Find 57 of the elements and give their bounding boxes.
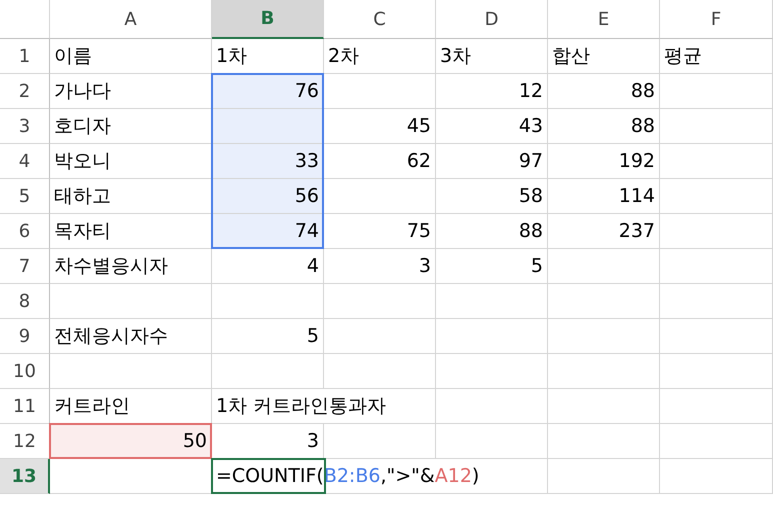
table-cell: 1차 커트라인통과자 [212,389,436,424]
column-header[interactable]: D [436,0,548,39]
row-header[interactable]: 5 [0,179,50,214]
column-header[interactable]: A [50,0,212,39]
table-cell: 237 [548,214,660,249]
column-header[interactable]: B [212,0,324,39]
table-cell: 58 [436,179,548,214]
row-header[interactable]: 13 [0,459,50,494]
table-cell: 이름 [50,39,212,74]
table-cell: 12 [436,74,548,109]
table-cell: 33 [212,144,324,179]
table-cell: 62 [324,144,436,179]
column-header[interactable]: F [660,0,773,39]
table-cell: 커트라인 [50,389,212,424]
column-header[interactable]: C [324,0,436,39]
row-header[interactable]: 6 [0,214,50,249]
table-cell: 88 [548,109,660,144]
row-header[interactable]: 10 [0,354,50,389]
table-cell: 전체응시자수 [50,319,212,354]
table-cell: 차수별응시자 [50,249,212,284]
table-cell: 박오니 [50,144,212,179]
table-cell: 1차 [212,39,324,74]
table-cell: 목자티 [50,214,212,249]
table-cell: 평균 [660,39,773,74]
table-cell: 45 [324,109,436,144]
table-cell: 88 [436,214,548,249]
table-cell: 43 [436,109,548,144]
row-header[interactable]: 7 [0,249,50,284]
table-cell: 74 [212,214,324,249]
column-header[interactable]: E [548,0,660,39]
select-all-corner[interactable] [0,0,50,39]
table-cell: 4 [212,249,324,284]
table-cell: 88 [548,74,660,109]
table-cell: 3차 [436,39,548,74]
table-cell: 5 [212,319,324,354]
table-cell: 가나다 [50,74,212,109]
row-header[interactable]: 2 [0,74,50,109]
table-cell: 3 [324,249,436,284]
table-cell: 97 [436,144,548,179]
row-header[interactable]: 9 [0,319,50,354]
table-cell: 50 [50,424,212,459]
row-header[interactable]: 3 [0,109,50,144]
row-header[interactable]: 8 [0,284,50,319]
row-header[interactable]: 4 [0,144,50,179]
table-cell: 192 [548,144,660,179]
table-cell: 태하고 [50,179,212,214]
row-header[interactable]: 11 [0,389,50,424]
table-cell: 호디자 [50,109,212,144]
table-cell: 114 [548,179,660,214]
table-cell: 5 [436,249,548,284]
formula-input[interactable]: =COUNTIF(B2:B6,">"&A12) [212,459,548,494]
table-cell: 합산 [548,39,660,74]
table-cell: 76 [212,74,324,109]
row-header[interactable]: 1 [0,39,50,74]
table-cell: 56 [212,179,324,214]
table-cell: 75 [324,214,436,249]
table-cell: 2차 [324,39,436,74]
